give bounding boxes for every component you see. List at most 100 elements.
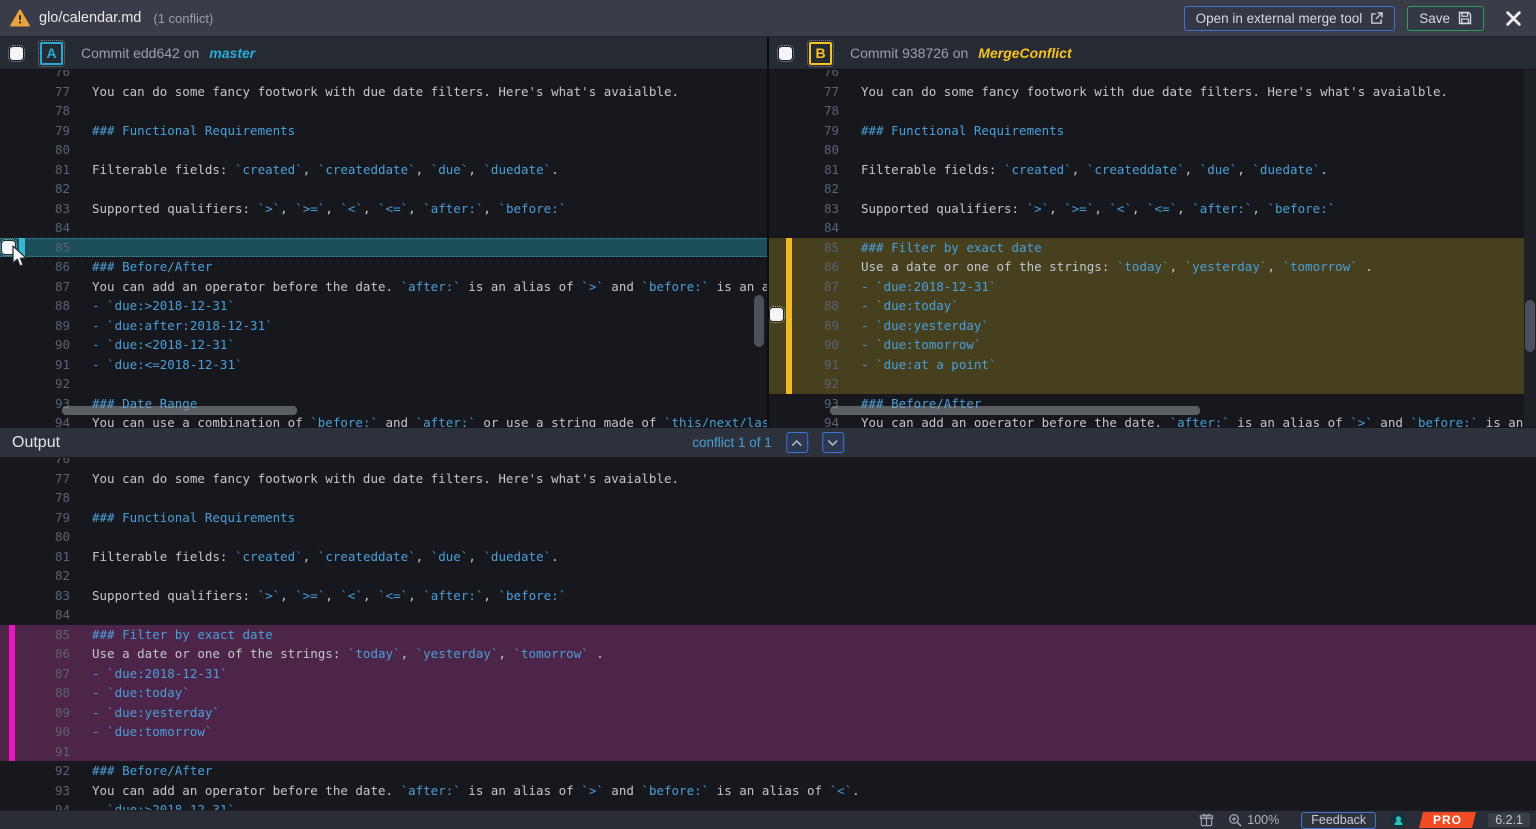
code-line-91: 91- `due:<=2018-12-31` [0,355,767,375]
line-number: 88 [0,296,70,316]
code-line-87: 87You can add an operator before the dat… [0,277,767,297]
code-line-88: 88- `due:today` [0,683,1536,703]
code-text [70,742,92,762]
line-number: 78 [0,488,70,508]
code-text [70,566,92,586]
panel-b-vertical-scrollbar[interactable] [1525,300,1535,352]
code-text: You can add an operator before the date.… [839,413,1523,427]
panel-b-header: B Commit 938726 on MergeConflict [769,37,1536,70]
code-text [70,179,92,199]
panel-b-scrollbar-track[interactable] [1524,70,1536,427]
code-line-86: 86### Before/After [0,257,767,277]
code-text: Supported qualifiers: `>`, `>=`, `<`, `<… [70,586,566,606]
code-text: - `due:tomorrow` [839,335,981,355]
line-number: 77 [769,82,839,102]
line-number: 94 [0,800,70,810]
save-button[interactable]: Save [1407,6,1484,31]
feedback-button[interactable]: Feedback [1301,812,1376,829]
code-text: Use a date or one of the strings: `today… [839,257,1373,277]
code-text: - `due:today` [839,296,959,316]
code-line-86: 86Use a date or one of the strings: `tod… [0,644,1536,664]
code-line-84: 84 [0,605,1536,625]
code-text: - `due:>2018-12-31` [70,296,235,316]
code-text: Filterable fields: `created`, `createdda… [839,160,1328,180]
line-number: 87 [0,277,70,297]
panel-a-horizontal-scrollbar[interactable] [62,406,297,415]
line-number: 82 [0,179,70,199]
line-number: 87 [769,277,839,297]
code-line-78: 78 [0,488,1536,508]
line-number: 80 [0,140,70,160]
warning-icon [10,9,30,27]
code-text: You can add an operator before the date.… [70,277,767,297]
file-name: glo/calendar.md [39,10,141,26]
gitkraken-keif-icon[interactable] [1390,812,1407,829]
panel-a-commit-label: Commit edd642 on [81,45,199,61]
line-number: 81 [0,547,70,567]
code-text: - `due:2018-12-31` [839,277,996,297]
editor-panel-a[interactable]: 7677You can do some fancy footwork with … [0,70,767,427]
line-number: 84 [769,218,839,238]
panel-b-select-checkbox[interactable] [779,47,792,60]
merge-conflict-editor: glo/calendar.md (1 conflict) Open in ext… [0,0,1536,829]
code-text: ### Functional Requirements [70,121,295,141]
code-line-92: 92 [769,374,1536,394]
pro-label: PRO [1433,813,1462,827]
code-text [70,70,92,82]
code-line-92: 92 [0,374,767,394]
line-number: 77 [0,82,70,102]
output-title: Output [12,434,60,452]
open-external-merge-tool-button[interactable]: Open in external merge tool [1184,6,1396,31]
gift-icon[interactable] [1199,813,1214,827]
conflict-navigation: conflict 1 of 1 [692,432,844,453]
close-button[interactable] [1500,5,1526,31]
code-line-83: 83Supported qualifiers: `>`, `>=`, `<`, … [769,199,1536,219]
line-number: 84 [0,218,70,238]
code-text: You can do some fancy footwork with due … [70,82,679,102]
external-link-icon [1370,12,1383,25]
code-text: ### Before/After [70,761,212,781]
code-text: Filterable fields: `created`, `createdda… [70,160,559,180]
conflict-hunk-b-checkbox[interactable] [770,308,783,321]
code-line-80: 80 [0,527,1536,547]
code-text [70,488,92,508]
next-conflict-button[interactable] [822,432,844,453]
panel-b-commit-label: Commit 938726 on [850,45,968,61]
output-editor[interactable]: 7677You can do some fancy footwork with … [0,458,1536,810]
line-number: 80 [0,527,70,547]
code-line-91: 91- `due:at a point` [769,355,1536,375]
conflict-marker-bar [786,238,792,394]
code-line-77: 77You can do some fancy footwork with du… [769,82,1536,102]
panel-a-select-checkbox[interactable] [10,47,23,60]
conflict-counter: conflict 1 of 1 [692,435,772,450]
panel-b-horizontal-scrollbar[interactable] [830,406,1200,415]
code-line-87: 87- `due:2018-12-31` [769,277,1536,297]
code-line-84: 84 [769,218,1536,238]
conflict-marker-bar [9,625,15,762]
save-label: Save [1419,11,1450,26]
status-bar: 100% Feedback PRO 6.2.1 [0,810,1536,829]
code-line-85: 85 [0,238,767,258]
code-text: - `due:yesterday` [839,316,989,336]
pro-badge[interactable]: PRO [1419,812,1476,828]
code-text: ### Functional Requirements [839,121,1064,141]
mouse-cursor [11,245,29,269]
code-text [839,218,861,238]
code-line-81: 81Filterable fields: `created`, `created… [769,160,1536,180]
output-header: Output conflict 1 of 1 [0,427,1536,458]
line-number: 85 [769,238,839,258]
zoom-control[interactable]: 100% [1228,813,1279,827]
line-number: 89 [0,316,70,336]
code-line-88: 88- `due:>2018-12-31` [0,296,767,316]
zoom-in-icon [1228,813,1242,827]
code-text: Supported qualifiers: `>`, `>=`, `<`, `<… [839,199,1335,219]
close-icon [1505,10,1522,27]
code-line-94: 94You can use a combination of `before:`… [0,413,767,427]
panel-a-vertical-scrollbar[interactable] [754,295,764,347]
code-text [839,101,861,121]
editor-panel-b[interactable]: 7677You can do some fancy footwork with … [769,70,1536,427]
line-number: 91 [0,355,70,375]
previous-conflict-button[interactable] [786,432,808,453]
code-line-84: 84 [0,218,767,238]
line-number: 83 [769,199,839,219]
